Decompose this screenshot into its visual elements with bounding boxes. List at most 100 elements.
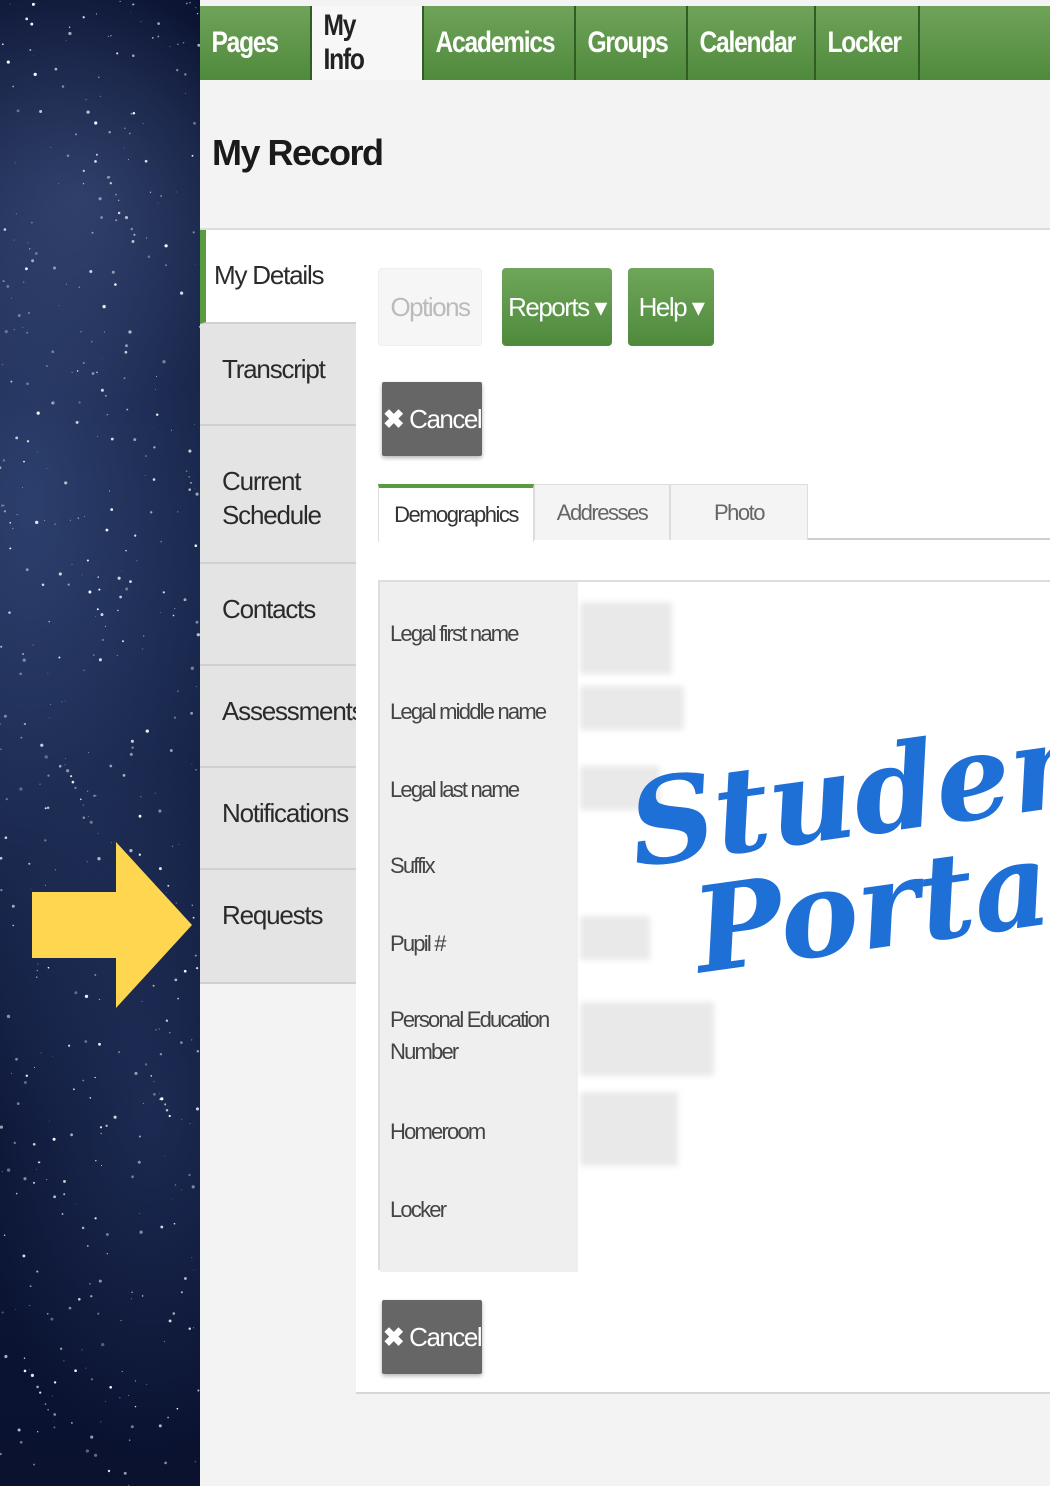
star bbox=[164, 1462, 166, 1464]
star bbox=[142, 123, 144, 124]
star bbox=[22, 281, 25, 284]
tab-label: My Info bbox=[323, 9, 364, 76]
star bbox=[8, 611, 11, 614]
star bbox=[65, 283, 67, 285]
star bbox=[193, 121, 196, 125]
star bbox=[105, 1124, 108, 1128]
tab-photo[interactable]: Photo bbox=[670, 484, 808, 540]
star bbox=[71, 1422, 73, 1424]
star bbox=[2, 280, 5, 283]
star bbox=[47, 1409, 49, 1411]
star bbox=[44, 1403, 47, 1405]
star bbox=[121, 570, 123, 572]
star bbox=[36, 411, 40, 415]
star bbox=[48, 620, 50, 623]
tab-pages[interactable]: Pages bbox=[200, 6, 312, 80]
star bbox=[0, 466, 2, 469]
star bbox=[86, 1244, 89, 1247]
star bbox=[98, 1042, 101, 1046]
tab-academics[interactable]: Academics bbox=[424, 6, 576, 80]
star bbox=[40, 743, 44, 747]
star bbox=[74, 786, 77, 790]
star bbox=[65, 40, 67, 42]
star bbox=[90, 1295, 93, 1298]
star bbox=[98, 76, 100, 78]
star bbox=[77, 517, 80, 519]
reports-button[interactable]: Reports ▾ bbox=[502, 268, 612, 346]
star bbox=[160, 611, 161, 613]
tab-my-info[interactable]: My Info bbox=[312, 6, 424, 80]
star bbox=[191, 764, 193, 765]
star bbox=[88, 752, 90, 753]
star bbox=[192, 916, 195, 919]
star bbox=[195, 768, 197, 771]
star bbox=[89, 820, 93, 824]
cancel-button[interactable]: ✖ Cancel bbox=[382, 1300, 483, 1374]
star bbox=[157, 35, 160, 38]
tab-demographics[interactable]: Demographics bbox=[378, 484, 534, 542]
sidebar-item-notifications[interactable]: Notifications bbox=[200, 768, 356, 870]
help-button[interactable]: Help ▾ bbox=[628, 268, 714, 346]
button-label: Options bbox=[390, 291, 471, 322]
star bbox=[158, 1092, 160, 1094]
star bbox=[194, 954, 197, 957]
star bbox=[52, 1056, 53, 1057]
star bbox=[101, 357, 103, 359]
sidebar-item-current-schedule[interactable]: Current Schedule bbox=[200, 426, 356, 564]
star bbox=[174, 608, 176, 610]
star bbox=[185, 93, 186, 94]
sidebar-item-contacts[interactable]: Contacts bbox=[200, 564, 356, 666]
star bbox=[164, 244, 168, 248]
star bbox=[169, 749, 173, 752]
options-button[interactable]: Options bbox=[378, 268, 482, 346]
star bbox=[109, 176, 111, 178]
sidebar-item-my-details[interactable]: My Details bbox=[200, 230, 356, 324]
star bbox=[54, 523, 56, 525]
star bbox=[91, 341, 93, 343]
star bbox=[105, 1233, 109, 1236]
tab-addresses[interactable]: Addresses bbox=[534, 484, 670, 540]
star bbox=[79, 421, 80, 423]
star bbox=[139, 1212, 141, 1214]
star bbox=[194, 544, 198, 548]
star bbox=[116, 52, 119, 55]
star bbox=[101, 1165, 103, 1166]
star bbox=[94, 121, 98, 125]
star bbox=[31, 259, 35, 263]
tab-groups[interactable]: Groups bbox=[576, 6, 688, 80]
star bbox=[133, 438, 137, 442]
star bbox=[33, 72, 37, 77]
star bbox=[130, 112, 133, 115]
sidebar-item-transcript[interactable]: Transcript bbox=[200, 324, 356, 426]
star bbox=[99, 1126, 103, 1129]
star bbox=[119, 595, 122, 599]
star bbox=[37, 1431, 39, 1433]
button-label: Cancel bbox=[409, 1321, 482, 1352]
record-subtabs: Demographics Addresses Photo bbox=[378, 484, 1050, 542]
star bbox=[64, 481, 68, 485]
star bbox=[36, 1385, 39, 1389]
star bbox=[175, 68, 179, 72]
star bbox=[83, 669, 85, 672]
star bbox=[58, 572, 62, 576]
star bbox=[127, 158, 129, 160]
star bbox=[71, 780, 75, 784]
star bbox=[190, 666, 194, 670]
star bbox=[117, 576, 121, 580]
star bbox=[130, 227, 134, 231]
star bbox=[65, 757, 67, 759]
star bbox=[3, 504, 5, 506]
star bbox=[164, 1103, 167, 1106]
star bbox=[82, 1079, 85, 1082]
sidebar-item-requests[interactable]: Requests bbox=[200, 870, 356, 984]
star bbox=[124, 350, 128, 354]
star bbox=[87, 790, 89, 792]
tab-calendar[interactable]: Calendar bbox=[688, 6, 816, 80]
star bbox=[85, 1367, 87, 1369]
tab-locker[interactable]: Locker bbox=[816, 6, 920, 80]
star bbox=[17, 1428, 21, 1432]
sidebar-item-assessments[interactable]: Assessments bbox=[200, 666, 365, 768]
star bbox=[98, 197, 102, 201]
cancel-button[interactable]: ✖ Cancel bbox=[382, 382, 483, 456]
star bbox=[165, 1109, 169, 1112]
